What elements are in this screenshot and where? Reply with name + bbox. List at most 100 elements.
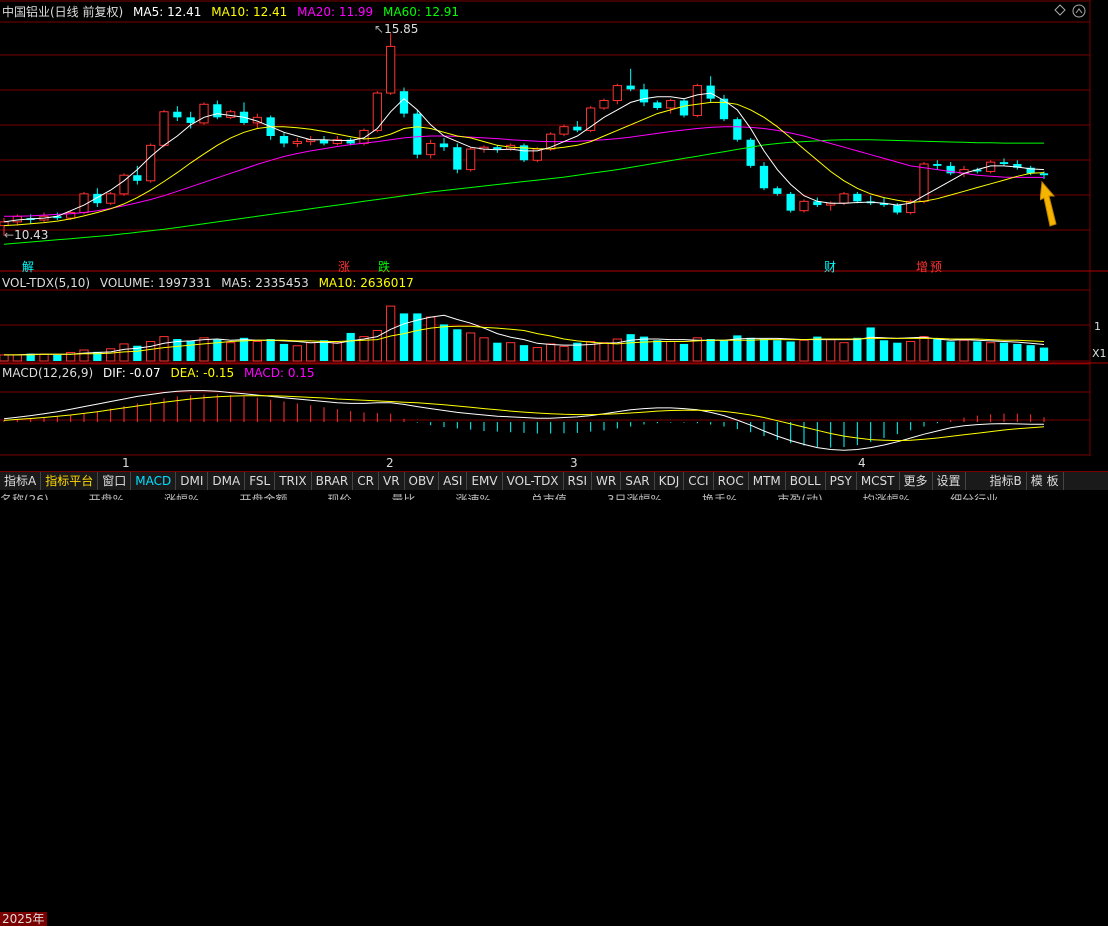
event-marker-zeng[interactable]: 增: [916, 258, 928, 275]
tab-cci[interactable]: CCI: [684, 472, 714, 490]
candle: [679, 100, 689, 116]
tab-wr[interactable]: WR: [592, 472, 622, 490]
column-header-open-pct[interactable]: 开盘%: [89, 490, 124, 500]
indicator-tab-bar: 指标A 指标平台 窗口 MACD DMI DMA FSL TRIX BRAR C…: [0, 471, 1108, 490]
column-header-turnover[interactable]: 换手%: [702, 490, 737, 500]
column-header-price[interactable]: 现价: [327, 490, 351, 500]
volume-bar: [399, 313, 409, 361]
column-header-open-amount[interactable]: 开盘金额: [239, 490, 287, 500]
tab-brar[interactable]: BRAR: [312, 472, 354, 490]
dea-line: [3, 395, 1045, 442]
column-header-name[interactable]: 名称(26): [0, 490, 49, 500]
tab-indicator-a[interactable]: 指标A: [0, 472, 42, 490]
tab-asi[interactable]: ASI: [439, 472, 468, 490]
tab-vr[interactable]: VR: [379, 472, 405, 490]
tab-sar[interactable]: SAR: [621, 472, 655, 490]
macd-dif-label: DIF: -0.07: [102, 366, 161, 380]
volume-bar: [506, 342, 516, 362]
volume-bar: [973, 341, 982, 361]
event-marker-zhang[interactable]: 涨: [338, 258, 350, 275]
tab-boll[interactable]: BOLL: [786, 472, 826, 490]
tab-template[interactable]: 模 板: [1027, 472, 1064, 490]
column-header-market-cap[interactable]: 总市值: [531, 490, 567, 500]
column-header-speed[interactable]: 涨速%: [456, 490, 491, 500]
tab-indicator-b[interactable]: 指标B: [986, 472, 1027, 490]
tab-mtm[interactable]: MTM: [749, 472, 786, 490]
volume-bar: [1026, 345, 1035, 361]
candle: [106, 193, 116, 204]
column-header-industry[interactable]: 细分行业: [950, 490, 998, 500]
event-marker-yu[interactable]: 预: [930, 258, 942, 275]
tab-window[interactable]: 窗口: [98, 472, 132, 490]
column-header-change-pct[interactable]: 涨幅%: [164, 490, 199, 500]
tab-mcst[interactable]: MCST: [857, 472, 900, 490]
tab-macd[interactable]: MACD: [131, 472, 177, 490]
volume-bar: [759, 339, 769, 361]
volume-bar: [292, 345, 302, 362]
tab-emv[interactable]: EMV: [467, 472, 503, 490]
tab-more[interactable]: 更多: [900, 472, 933, 490]
volume-bar: [439, 324, 449, 361]
stock-chart[interactable]: [0, 0, 1108, 456]
candle: [559, 126, 569, 135]
tab-cr[interactable]: CR: [353, 472, 379, 490]
volume-bar: [53, 354, 62, 361]
column-header-3day-change[interactable]: 3日涨幅%: [607, 490, 662, 500]
tab-psy[interactable]: PSY: [826, 472, 857, 490]
volume-bar: [799, 339, 809, 362]
event-marker-cai[interactable]: 财: [824, 258, 836, 275]
volume-bar: [199, 337, 209, 362]
candle: [719, 98, 729, 120]
tab-vol-tdx[interactable]: VOL-TDX: [503, 472, 564, 490]
volume-bar: [279, 343, 289, 361]
arrow-indicator-icon: [1039, 180, 1064, 231]
tab-indicator-platform[interactable]: 指标平台: [41, 472, 99, 490]
candle: [173, 111, 182, 118]
candle: [933, 164, 942, 166]
candle: [666, 100, 676, 109]
candle: [186, 117, 195, 123]
macd-value-label: MACD: 0.15: [244, 366, 315, 380]
chevron-up-icon[interactable]: [1072, 4, 1086, 21]
candle: [213, 104, 222, 118]
volume-bar: [826, 339, 836, 362]
tab-roc[interactable]: ROC: [714, 472, 749, 490]
candle: [93, 193, 102, 204]
ma20-label: MA20: 11.99: [297, 5, 374, 19]
candle: [599, 100, 609, 109]
tab-kdj[interactable]: KDJ: [655, 472, 685, 490]
volume-bar: [493, 342, 502, 361]
ma10-label: MA10: 12.41: [211, 5, 288, 19]
volume-bar: [1039, 347, 1049, 361]
tab-rsi[interactable]: RSI: [564, 472, 593, 490]
tab-obv[interactable]: OBV: [405, 472, 440, 490]
volume-bar: [146, 340, 156, 362]
volume-bar: [813, 336, 822, 361]
column-header-volume-ratio[interactable]: 量比: [391, 490, 415, 500]
tab-dma[interactable]: DMA: [208, 472, 246, 490]
candle: [626, 85, 635, 90]
macd-legend: MACD(12,26,9) DIF: -0.07 DEA: -0.15 MACD…: [2, 366, 321, 380]
tab-trix[interactable]: TRIX: [275, 472, 312, 490]
event-marker-die[interactable]: 跌: [378, 258, 390, 275]
column-header-avg-change[interactable]: 均涨幅%: [863, 490, 910, 500]
candle: [1039, 173, 1049, 176]
volume-bar: [386, 305, 396, 362]
ma5-label: MA5: 12.41: [133, 5, 202, 19]
time-axis-month-2: 2: [386, 456, 394, 470]
volume-scale-label: 1: [1094, 320, 1101, 333]
event-marker-jie[interactable]: 解: [22, 258, 34, 275]
tab-settings[interactable]: 设置: [933, 472, 966, 490]
diamond-icon[interactable]: [1054, 4, 1066, 19]
volume-indicator-name: VOL-TDX(5,10): [2, 276, 91, 290]
column-header-pe[interactable]: 市盈(动): [777, 490, 822, 500]
candle: [653, 102, 662, 108]
tab-fsl[interactable]: FSL: [245, 472, 276, 490]
volume-bar: [999, 342, 1009, 361]
tab-dmi[interactable]: DMI: [176, 472, 209, 490]
candle: [226, 111, 236, 118]
candle: [733, 119, 742, 140]
time-axis: 2025年 1 2 3 4: [0, 456, 1108, 926]
chart-title: 中国铝业(日线 前复权): [2, 5, 124, 19]
volume-scale-unit: X1: [1092, 347, 1107, 360]
